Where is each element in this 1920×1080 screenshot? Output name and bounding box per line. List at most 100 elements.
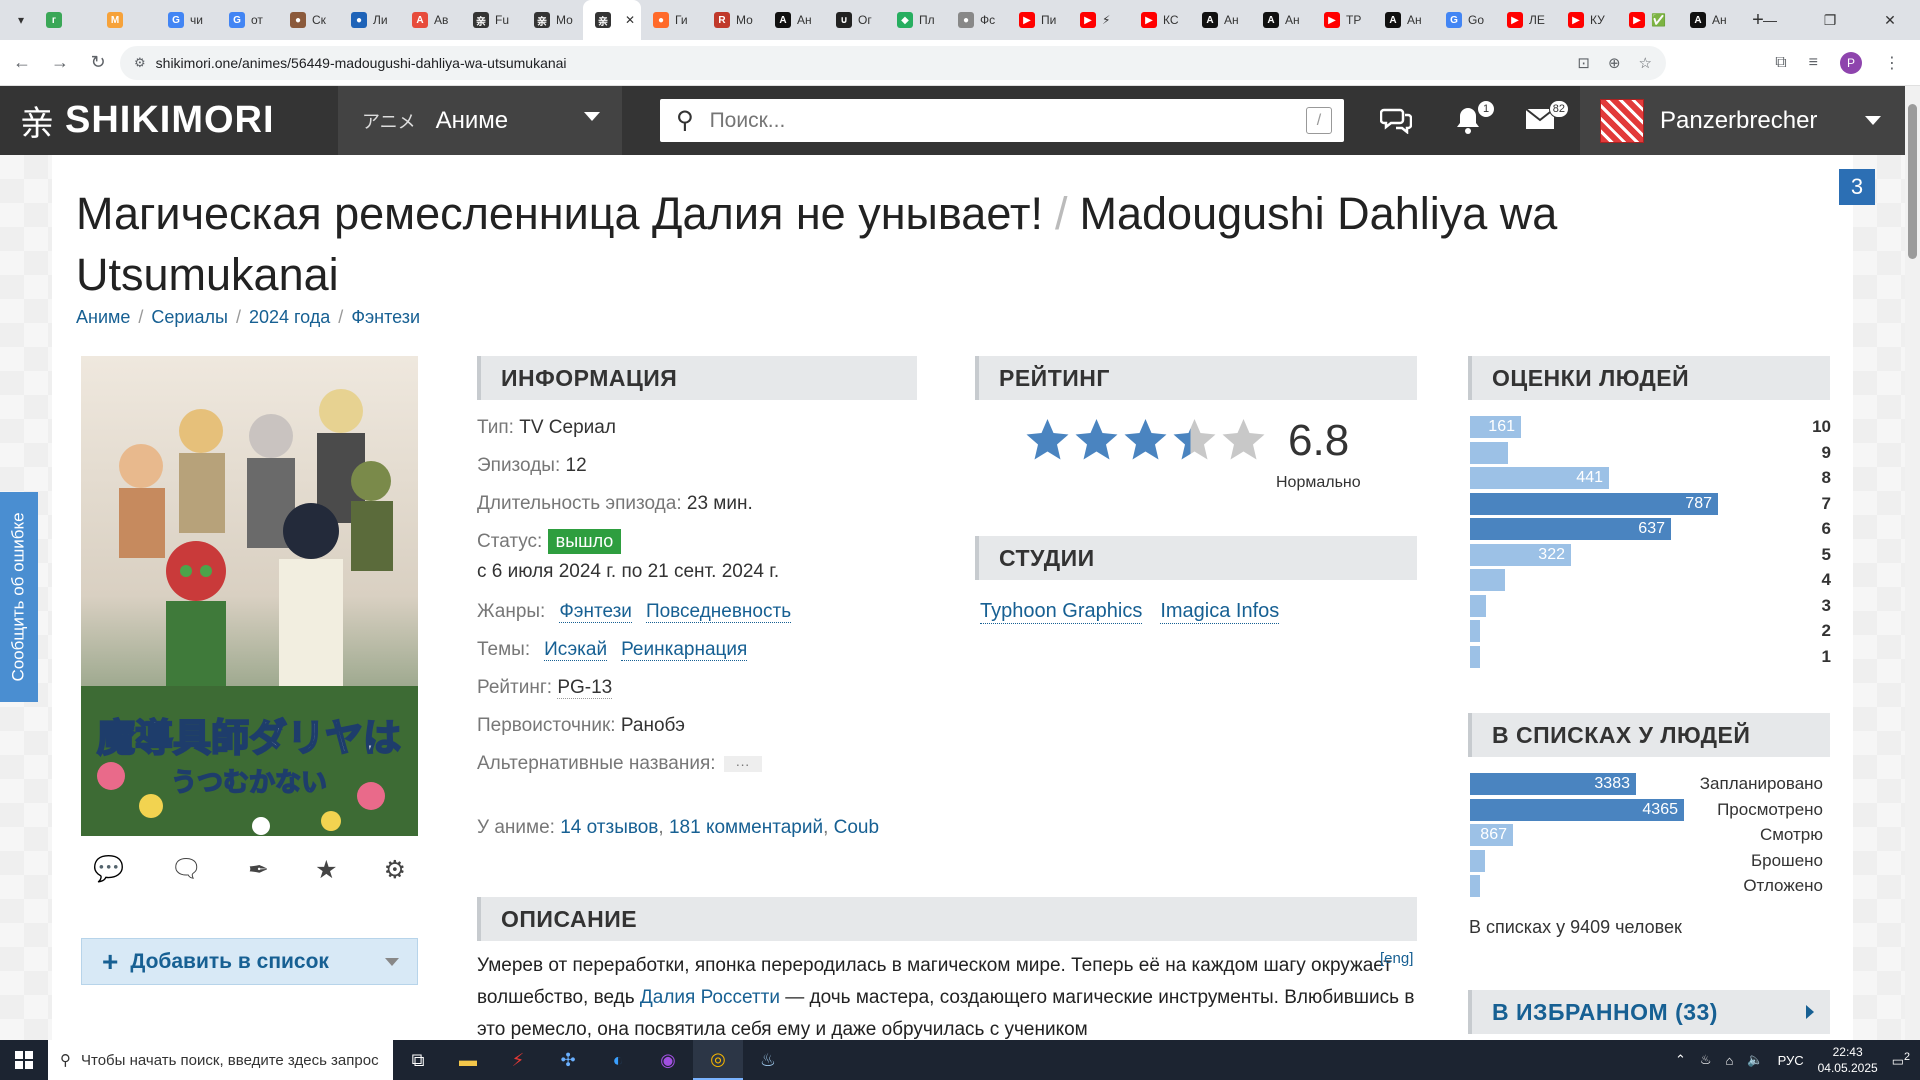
bar[interactable]: 322	[1470, 543, 1571, 566]
bar[interactable]	[1470, 441, 1508, 464]
browser-tab[interactable]: ● Ги	[641, 0, 702, 40]
media-icon[interactable]: ≡	[1809, 54, 1818, 72]
site-logo[interactable]: 亲 SHIKIMORI	[20, 86, 275, 155]
install-app-icon[interactable]: ⊡	[1577, 54, 1590, 72]
volume-icon[interactable]: 🔈	[1747, 1052, 1763, 1068]
browser-tab[interactable]: A Ан	[1373, 0, 1434, 40]
themes-tag[interactable]: Реинкарнация	[621, 639, 748, 661]
browser-tab[interactable]: 亲 Fu	[461, 0, 522, 40]
purple-app-icon[interactable]: ◉	[643, 1040, 693, 1080]
tray-expand-icon[interactable]: ⌃	[1675, 1052, 1686, 1068]
browser-tab[interactable]: ◆ Пл	[885, 0, 946, 40]
browser-tab[interactable]: ● Ли	[339, 0, 400, 40]
tab-search-icon[interactable]: ▾	[8, 7, 34, 33]
url-bar[interactable]: ⚙ shikimori.one/animes/56449-madougushi-…	[120, 46, 1666, 80]
info-value[interactable]: PG-13	[557, 677, 613, 699]
report-error-tab[interactable]: Сообщить об ошибке	[0, 492, 38, 702]
bar[interactable]	[1470, 620, 1480, 642]
alt-names-expand-button[interactable]: ···	[723, 756, 762, 772]
browser-tab[interactable]: ▶ ✅	[1617, 0, 1678, 40]
app-icon[interactable]: ✣	[543, 1040, 593, 1080]
minimize-icon[interactable]: —	[1740, 0, 1800, 40]
mail-icon[interactable]: 82	[1525, 100, 1569, 138]
taskbar-search[interactable]: ⚲ Чтобы начать поиск, введите здесь запр…	[48, 1040, 393, 1080]
clock[interactable]: 22:43 04.05.2025	[1818, 1044, 1878, 1076]
browser-tab[interactable]: ● Фс	[946, 0, 1007, 40]
browser-tab-active[interactable]: 亲 ✕	[583, 0, 641, 40]
bar[interactable]	[1470, 645, 1480, 668]
notification-center-icon[interactable]: ▭2	[1892, 1051, 1910, 1069]
add-to-list-button[interactable]: + Добавить в список	[81, 938, 418, 985]
restore-icon[interactable]: ❐	[1800, 0, 1860, 40]
network-icon[interactable]: ⌂	[1726, 1053, 1734, 1068]
english-description-link[interactable]: [eng]	[1380, 950, 1413, 967]
comments-icon[interactable]: 💬	[93, 855, 124, 885]
language-indicator[interactable]: РУС	[1778, 1053, 1804, 1068]
breadcrumb-link[interactable]: 2024 года	[249, 307, 330, 328]
discussion-icon[interactable]: 🗨	[170, 855, 202, 885]
user-menu[interactable]: Panzerbrecher	[1580, 86, 1905, 155]
character-link[interactable]: Далия Россетти	[640, 987, 780, 1008]
menu-dots-icon[interactable]: ⋮	[1884, 53, 1900, 73]
anime-link[interactable]: 14 отзывов	[560, 817, 658, 838]
file-explorer-icon[interactable]: ▬	[443, 1040, 493, 1080]
browser-tab[interactable]: ▶ КУ	[1556, 0, 1617, 40]
site-info-icon[interactable]: ⚙	[134, 55, 146, 71]
chrome-icon[interactable]: ◎	[693, 1040, 743, 1080]
genres-tag[interactable]: Повседневность	[645, 601, 792, 623]
browser-tab[interactable]: A Ан	[1678, 0, 1739, 40]
studio-link[interactable]: Typhoon Graphics	[980, 600, 1143, 624]
browser-tab[interactable]: М	[95, 0, 156, 40]
section-selector[interactable]: アニメ Аниме	[338, 86, 622, 155]
studio-link[interactable]: Imagica Infos	[1160, 600, 1280, 624]
browser-tab[interactable]: A Ан	[1190, 0, 1251, 40]
anime-link[interactable]: 181 комментарий	[669, 817, 823, 838]
chat-icon[interactable]	[1379, 106, 1413, 141]
steam-icon[interactable]: ♨	[743, 1040, 793, 1080]
favourites-heading[interactable]: В ИЗБРАННОМ (33)	[1468, 990, 1830, 1034]
browser-tab[interactable]: Gот	[217, 0, 278, 40]
zoom-icon[interactable]: ⊕	[1608, 54, 1621, 72]
review-quill-icon[interactable]: ✒	[248, 855, 269, 885]
windows-start-icon[interactable]	[0, 1040, 48, 1080]
url-text[interactable]: shikimori.one/animes/56449-madougushi-da…	[156, 55, 567, 71]
search-input[interactable]	[709, 108, 1270, 133]
bookmark-star-icon[interactable]: ☆	[1639, 54, 1652, 72]
browser-tab[interactable]: 亲 Мо	[522, 0, 583, 40]
page-scrollbar[interactable]	[1905, 86, 1920, 1040]
extensions-icon[interactable]: ⧉	[1775, 54, 1786, 72]
forward-icon[interactable]: →	[44, 47, 76, 79]
genres-tag[interactable]: Фэнтези	[559, 601, 632, 623]
bar[interactable]: 3383	[1470, 773, 1636, 795]
breadcrumb-link[interactable]: Фэнтези	[351, 307, 420, 328]
bar[interactable]	[1470, 875, 1480, 897]
breadcrumb-link[interactable]: Сериалы	[151, 307, 228, 328]
bar[interactable]: 441	[1470, 467, 1609, 489]
bar[interactable]	[1470, 569, 1505, 591]
task-view-icon[interactable]: ⧉	[393, 1040, 443, 1080]
bar[interactable]: 161	[1470, 416, 1521, 438]
bar[interactable]	[1470, 594, 1486, 617]
browser-tab[interactable]: Gчи	[156, 0, 217, 40]
browser-tab[interactable]: ▶ Пи	[1007, 0, 1068, 40]
browser-tab[interactable]: A Ан	[1251, 0, 1312, 40]
bar[interactable]: 4365	[1470, 798, 1684, 821]
browser-tab[interactable]: ● Ск	[278, 0, 339, 40]
bar[interactable]	[1470, 849, 1485, 872]
scrollbar-thumb[interactable]	[1908, 104, 1917, 259]
back-icon[interactable]: ←	[6, 47, 38, 79]
browser-tab[interactable]: A Ав	[400, 0, 461, 40]
browser-tab[interactable]: ∪ Ог	[824, 0, 885, 40]
browser-tab[interactable]: ▶ КС	[1129, 0, 1190, 40]
themes-tag[interactable]: Исэкай	[544, 639, 608, 661]
browser-tab[interactable]: A Ан	[763, 0, 824, 40]
settings-gears-icon[interactable]: ⚙	[384, 855, 406, 885]
add-list-chevron-down-icon[interactable]	[385, 958, 399, 966]
code-editor-icon[interactable]: ◐	[593, 1040, 643, 1080]
counter-badge[interactable]: 3	[1839, 169, 1875, 205]
anime-poster[interactable]: 魔導具師ダリヤは うつむかない	[81, 356, 418, 836]
browser-tab[interactable]: ▶ ТР	[1312, 0, 1373, 40]
anime-link[interactable]: Coub	[834, 817, 879, 838]
notifications-icon[interactable]: 1	[1455, 100, 1495, 141]
browser-tab[interactable]: G Go	[1434, 0, 1495, 40]
